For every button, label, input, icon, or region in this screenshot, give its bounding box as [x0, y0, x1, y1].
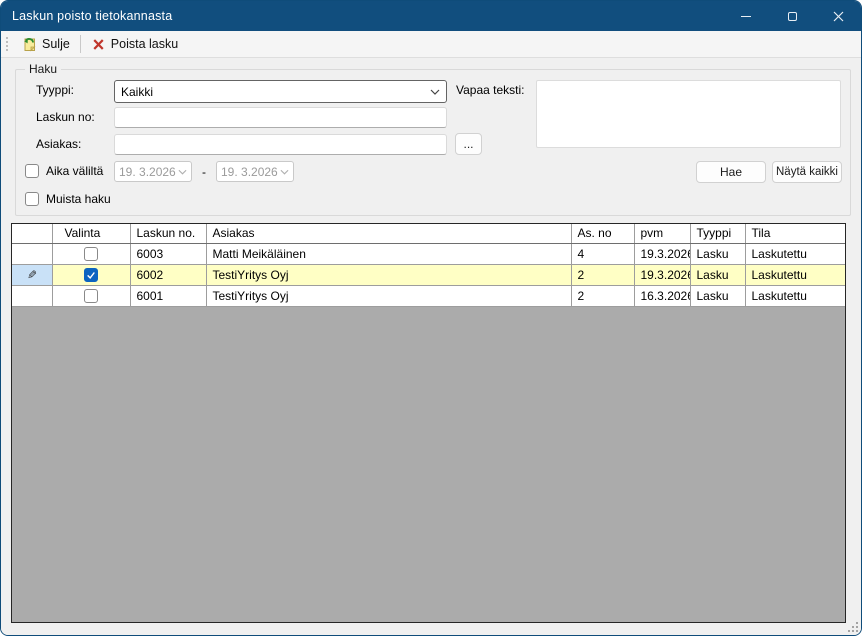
row-selector-cell[interactable] — [12, 243, 52, 264]
sulje-button[interactable]: Sulje — [15, 33, 76, 55]
date-to-picker[interactable]: 19. 3.2026 — [216, 161, 294, 182]
window-title: Laskun poisto tietokannasta — [1, 9, 172, 23]
maximize-icon — [788, 12, 797, 21]
check-icon — [86, 270, 96, 280]
col-header-tila[interactable]: Tila — [745, 224, 845, 243]
row-checkbox[interactable] — [84, 247, 98, 261]
cell-pvm[interactable]: 16.3.2026 — [634, 285, 690, 306]
col-header-laskun-no[interactable]: Laskun no. — [130, 224, 206, 243]
chevron-down-icon — [280, 169, 289, 175]
resize-grip[interactable] — [846, 620, 860, 634]
client-area: Haku Tyyppi: Kaikki Vapaa teksti: Laskun… — [1, 58, 862, 636]
date-range-checkbox[interactable] — [25, 164, 39, 178]
col-header-asiakas[interactable]: Asiakas — [206, 224, 571, 243]
cell-laskun-no[interactable]: 6003 — [130, 243, 206, 264]
col-header-pvm[interactable]: pvm — [634, 224, 690, 243]
chevron-down-icon — [430, 89, 440, 95]
invoice-no-label: Laskun no: — [36, 110, 95, 124]
invoice-no-input[interactable] — [114, 107, 447, 128]
pencil-icon: ✎ — [27, 269, 37, 281]
date-range-row: Aika väliltä — [25, 164, 103, 178]
cell-pvm[interactable]: 19.3.2026 — [634, 243, 690, 264]
window-controls — [723, 1, 861, 31]
cell-laskun-no[interactable]: 6002 — [130, 264, 206, 285]
close-button[interactable] — [815, 1, 861, 31]
remember-search-label: Muista haku — [46, 192, 111, 206]
row-checkbox[interactable] — [84, 268, 98, 282]
row-checkbox[interactable] — [84, 289, 98, 303]
free-text-label: Vapaa teksti: — [456, 83, 524, 97]
free-text-input[interactable] — [536, 80, 841, 148]
toolbar-separator — [80, 35, 81, 53]
invoice-table: Valinta Laskun no. Asiakas As. no pvm Ty… — [11, 223, 846, 623]
sulje-label: Sulje — [42, 37, 70, 51]
poista-lasku-button[interactable]: Poista lasku — [85, 34, 184, 55]
cell-as-no[interactable]: 2 — [571, 285, 634, 306]
customer-input[interactable] — [114, 134, 447, 155]
type-select-value: Kaikki — [121, 85, 430, 99]
cell-tila[interactable]: Laskutettu — [745, 243, 845, 264]
type-select[interactable]: Kaikki — [114, 80, 447, 103]
cell-tila[interactable]: Laskutettu — [745, 264, 845, 285]
table-row[interactable]: 6003 Matti Meikäläinen 4 19.3.2026 Lasku… — [12, 243, 845, 264]
table-header-row: Valinta Laskun no. Asiakas As. no pvm Ty… — [12, 224, 845, 243]
row-selector-cell[interactable]: ✎ — [12, 264, 52, 285]
chevron-down-icon — [178, 169, 187, 175]
row-checkbox-cell[interactable] — [52, 264, 130, 285]
cell-as-no[interactable]: 2 — [571, 264, 634, 285]
minimize-icon — [741, 16, 751, 17]
cell-tyyppi[interactable]: Lasku — [690, 243, 745, 264]
col-header-valinta[interactable]: Valinta — [52, 224, 130, 243]
date-separator: - — [202, 165, 206, 179]
delete-icon — [91, 37, 106, 52]
exit-icon — [21, 36, 37, 52]
customer-label: Asiakas: — [36, 137, 81, 151]
table-row[interactable]: 6001 TestiYritys Oyj 2 16.3.2026 Lasku L… — [12, 285, 845, 306]
toolbar-grip[interactable] — [4, 35, 9, 53]
date-to-value: 19. 3.2026 — [221, 165, 280, 179]
date-range-label: Aika väliltä — [46, 164, 103, 178]
minimize-button[interactable] — [723, 1, 769, 31]
poista-lasku-label: Poista lasku — [111, 37, 178, 51]
cell-tila[interactable]: Laskutettu — [745, 285, 845, 306]
title-bar[interactable]: Laskun poisto tietokannasta — [1, 1, 861, 31]
col-header-tyyppi[interactable]: Tyyppi — [690, 224, 745, 243]
show-all-button[interactable]: Näytä kaikki — [772, 161, 842, 183]
date-from-picker[interactable]: 19. 3.2026 — [114, 161, 192, 182]
col-header-selector[interactable] — [12, 224, 52, 243]
cell-asiakas[interactable]: TestiYritys Oyj — [206, 264, 571, 285]
maximize-button[interactable] — [769, 1, 815, 31]
cell-asiakas[interactable]: Matti Meikäläinen — [206, 243, 571, 264]
date-from-value: 19. 3.2026 — [119, 165, 178, 179]
row-selector-cell[interactable] — [12, 285, 52, 306]
close-icon — [833, 11, 844, 22]
search-group-title: Haku — [25, 62, 61, 76]
cell-laskun-no[interactable]: 6001 — [130, 285, 206, 306]
dialog-window: Laskun poisto tietokannasta — [0, 0, 862, 636]
remember-search-checkbox[interactable] — [25, 192, 39, 206]
cell-asiakas[interactable]: TestiYritys Oyj — [206, 285, 571, 306]
remember-search-row: Muista haku — [25, 192, 111, 206]
toolbar: Sulje Poista lasku — [1, 31, 861, 58]
search-button[interactable]: Hae — [696, 161, 766, 183]
table-row[interactable]: ✎ 6002 TestiYritys Oyj 2 19.3.2026 Lasku… — [12, 264, 845, 285]
cell-tyyppi[interactable]: Lasku — [690, 285, 745, 306]
row-checkbox-cell[interactable] — [52, 285, 130, 306]
cell-tyyppi[interactable]: Lasku — [690, 264, 745, 285]
type-label: Tyyppi: — [36, 83, 74, 97]
col-header-as-no[interactable]: As. no — [571, 224, 634, 243]
cell-pvm[interactable]: 19.3.2026 — [634, 264, 690, 285]
cell-as-no[interactable]: 4 — [571, 243, 634, 264]
row-checkbox-cell[interactable] — [52, 243, 130, 264]
customer-browse-button[interactable]: ... — [455, 133, 482, 155]
